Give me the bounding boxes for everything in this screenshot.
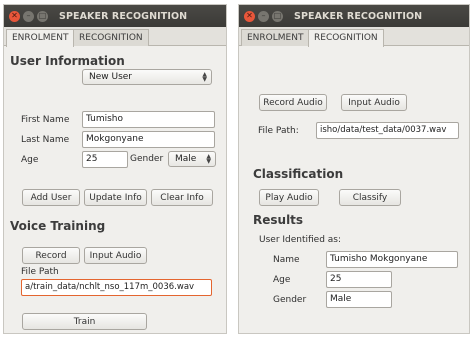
first-name-field[interactable]: Tumisho <box>82 111 215 128</box>
age-field[interactable]: 25 <box>82 151 128 168</box>
gender-label: Gender <box>273 295 307 305</box>
tab-recognition[interactable]: RECOGNITION <box>73 29 149 46</box>
first-name-label: First Name <box>21 115 70 125</box>
file-path-label: File Path: <box>258 126 299 136</box>
input-audio-button[interactable]: Input Audio <box>84 247 147 264</box>
title-bar: ✕ – □ SPEAKER RECOGNITION <box>239 5 469 27</box>
maximize-icon[interactable]: □ <box>272 10 283 22</box>
tab-recognition[interactable]: RECOGNITION <box>308 29 384 47</box>
record-button[interactable]: Record <box>22 247 80 264</box>
maximize-icon[interactable]: □ <box>37 10 48 22</box>
classify-button[interactable]: Classify <box>339 189 401 206</box>
title-bar: ✕ – □ SPEAKER RECOGNITION <box>4 5 226 27</box>
age-label: Age <box>21 155 39 165</box>
classification-heading: Classification <box>253 167 344 181</box>
record-audio-button[interactable]: Record Audio <box>259 94 327 111</box>
gender-select[interactable]: Male ▲ ▼ <box>168 151 216 167</box>
user-select-value: New User <box>89 72 133 82</box>
enrolment-window: ✕ – □ SPEAKER RECOGNITION ENROLMENT RECO… <box>3 4 227 334</box>
minimize-icon[interactable]: – <box>258 10 269 22</box>
gender-label: Gender <box>130 154 164 164</box>
last-name-field[interactable]: Mokgonyane <box>82 131 215 148</box>
file-path-label: File Path <box>21 267 59 277</box>
results-heading: Results <box>253 213 304 227</box>
user-information-heading: User Information <box>10 54 125 68</box>
add-user-button[interactable]: Add User <box>22 189 80 206</box>
minimize-icon[interactable]: – <box>23 10 34 22</box>
combo-arrow-icon: ▲ ▼ <box>206 153 211 165</box>
tab-bar: ENROLMENT RECOGNITION <box>239 27 469 47</box>
close-icon[interactable]: ✕ <box>9 10 20 22</box>
clear-info-button[interactable]: Clear Info <box>151 189 213 206</box>
input-audio-button[interactable]: Input Audio <box>341 94 407 111</box>
name-label: Name <box>273 255 300 265</box>
update-info-button[interactable]: Update Info <box>84 189 147 206</box>
tab-bar: ENROLMENT RECOGNITION <box>4 27 226 47</box>
last-name-label: Last Name <box>21 135 70 145</box>
age-field: 25 <box>326 271 392 288</box>
tab-enrolment[interactable]: ENROLMENT <box>241 29 310 46</box>
recognition-window: ✕ – □ SPEAKER RECOGNITION ENROLMENT RECO… <box>238 4 470 334</box>
age-label: Age <box>273 275 291 285</box>
gender-field: Male <box>326 291 392 308</box>
name-field: Tumisho Mokgonyane <box>326 251 458 268</box>
user-identified-label: User Identified as: <box>259 235 342 245</box>
close-icon[interactable]: ✕ <box>244 10 255 22</box>
window-title: SPEAKER RECOGNITION <box>59 10 188 22</box>
file-path-field[interactable]: isho/data/test_data/0037.wav <box>316 122 459 139</box>
gender-select-value: Male <box>175 154 197 164</box>
user-select[interactable]: New User ▲ ▼ <box>82 69 212 85</box>
train-button[interactable]: Train <box>22 313 147 330</box>
file-path-field[interactable]: a/train_data/nchlt_nso_117m_0036.wav <box>21 279 212 296</box>
tab-enrolment[interactable]: ENROLMENT <box>6 29 75 47</box>
combo-arrow-icon: ▲ ▼ <box>202 71 207 83</box>
window-title: SPEAKER RECOGNITION <box>294 10 423 22</box>
play-audio-button[interactable]: Play Audio <box>259 189 319 206</box>
voice-training-heading: Voice Training <box>10 219 106 233</box>
